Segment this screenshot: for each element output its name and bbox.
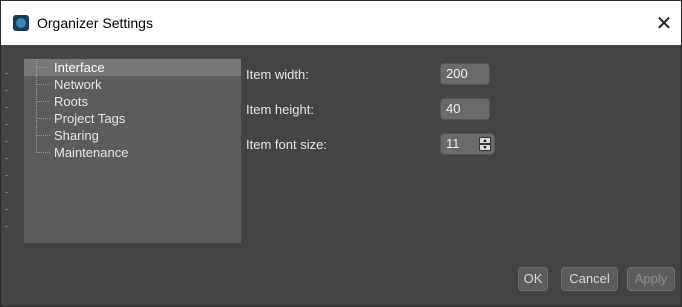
item-font-size-label: Item font size: <box>246 137 327 152</box>
spin-buttons <box>479 137 491 151</box>
chevron-down-icon <box>483 146 487 149</box>
item-font-size-spinbox[interactable]: 11 <box>440 133 495 155</box>
apply-button[interactable]: Apply <box>627 267 675 291</box>
tree-item-label: Network <box>54 77 102 92</box>
ok-button[interactable]: OK <box>518 267 548 291</box>
tree-connector <box>36 59 50 76</box>
tree-item-sharing[interactable]: Sharing <box>24 127 241 144</box>
item-height-field[interactable]: 40 <box>440 98 490 120</box>
resize-grip <box>5 73 9 273</box>
settings-dialog: Organizer Settings ✕ Interface Network R… <box>0 0 682 307</box>
close-icon[interactable]: ✕ <box>647 1 681 45</box>
tree-item-roots[interactable]: Roots <box>24 93 241 110</box>
tree-item-label: Project Tags <box>54 111 126 126</box>
title-bar: Organizer Settings ✕ <box>1 1 681 45</box>
tree-item-network[interactable]: Network <box>24 76 241 93</box>
tree-item-interface[interactable]: Interface <box>24 59 241 76</box>
tree-connector <box>36 127 50 144</box>
chevron-up-icon <box>483 139 487 142</box>
tree-item-label: Roots <box>54 94 88 109</box>
window-title: Organizer Settings <box>37 15 153 31</box>
tree-item-project-tags[interactable]: Project Tags <box>24 110 241 127</box>
item-font-size-value: 11 <box>446 136 460 151</box>
tree-connector <box>36 110 50 127</box>
settings-category-tree[interactable]: Interface Network Roots Project Tags Sha… <box>24 59 241 243</box>
spin-up-button[interactable] <box>479 137 491 144</box>
tree-item-label: Maintenance <box>54 145 129 160</box>
tree-connector <box>36 93 50 110</box>
app-icon <box>13 15 29 31</box>
tree-item-label: Interface <box>54 60 105 75</box>
item-width-label: Item width: <box>246 67 309 82</box>
item-width-field[interactable]: 200 <box>440 63 490 85</box>
spin-down-button[interactable] <box>479 144 491 151</box>
tree-connector <box>36 76 50 93</box>
tree-connector <box>36 144 50 161</box>
tree-item-label: Sharing <box>54 128 99 143</box>
tree-item-maintenance[interactable]: Maintenance <box>24 144 241 161</box>
item-height-label: Item height: <box>246 102 314 117</box>
cancel-button[interactable]: Cancel <box>561 267 618 291</box>
